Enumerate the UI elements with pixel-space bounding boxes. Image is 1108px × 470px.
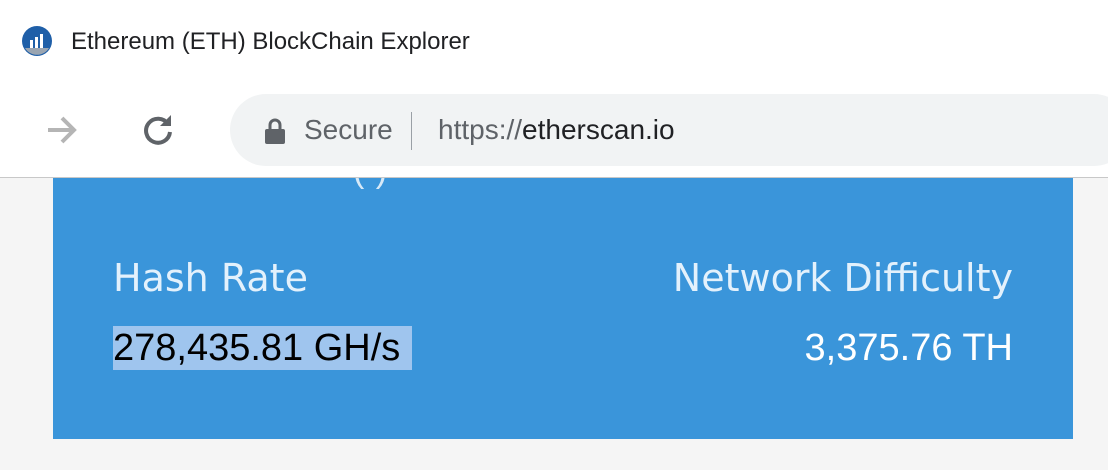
security-label[interactable]: Secure [304,113,393,147]
network-difficulty-label: Network Difficulty [672,256,1013,300]
forward-button[interactable] [38,106,86,154]
hash-rate-label: Hash Rate [113,256,308,300]
url-host: etherscan.io [522,114,675,145]
arrow-right-icon [48,116,77,144]
omnibox-divider [411,112,412,150]
network-stats-card: ( ) Hash Rate Network Difficulty 278,435… [53,178,1073,439]
tab-title: Ethereum (ETH) BlockChain Explorer [71,28,470,55]
hash-rate-value[interactable]: 278,435.81 GH/s [113,326,413,370]
network-difficulty-value[interactable]: 3,375.76 TH [805,326,1013,370]
browser-toolbar: Secure https://etherscan.io [0,86,1108,178]
url-text[interactable]: https://etherscan.io [438,113,675,147]
url-scheme: https:// [438,114,523,145]
browser-tab[interactable]: Ethereum (ETH) BlockChain Explorer [0,0,1108,86]
cut-off-heading: ( ) [353,178,388,191]
reload-icon [144,115,172,145]
address-bar[interactable]: Secure https://etherscan.io [230,94,1108,166]
etherscan-logo-icon [22,26,52,56]
reload-button[interactable] [134,106,182,154]
lock-icon[interactable] [264,118,286,144]
